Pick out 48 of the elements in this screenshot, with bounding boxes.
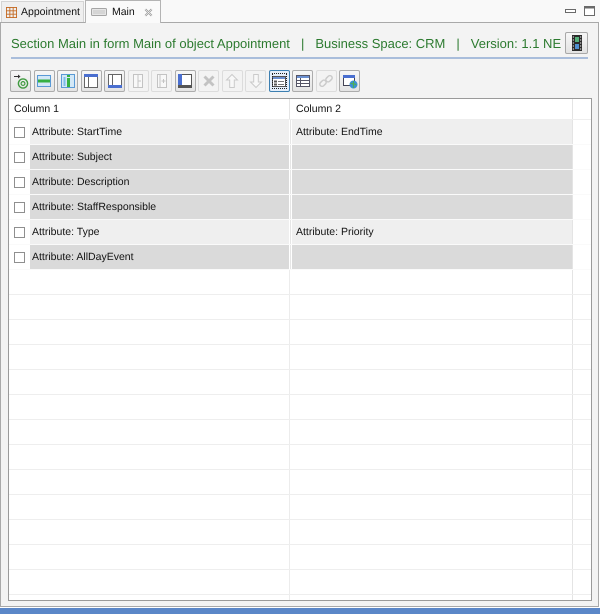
toolbar-button[interactable] <box>292 70 313 92</box>
table-cell: Attribute: StaffResponsible <box>30 195 289 219</box>
table-cell: Attribute: Type <box>30 220 289 244</box>
column-header: Column 2 <box>290 99 573 119</box>
checkbox[interactable] <box>14 176 25 188</box>
checkbox[interactable] <box>14 126 25 138</box>
split-panel-icon <box>130 73 146 89</box>
table-cell: Attribute: AllDayEvent <box>30 245 289 269</box>
arrow-ring-icon <box>12 73 28 89</box>
toolbar-button[interactable] <box>174 70 196 92</box>
filmstrip-icon <box>572 35 582 51</box>
close-icon[interactable] <box>144 8 153 16</box>
filmstrip-button[interactable] <box>565 32 588 54</box>
window-globe-icon <box>342 73 358 89</box>
checkbox[interactable] <box>14 152 25 162</box>
checkbox[interactable] <box>14 252 25 262</box>
checkbox[interactable] <box>14 226 25 238</box>
separator: | <box>300 36 304 50</box>
table-cell: Attribute: Priority <box>292 220 572 244</box>
grid-icon <box>6 6 17 18</box>
table-cell: Attribute: EndTime <box>292 120 572 144</box>
checkbox[interactable] <box>14 202 25 212</box>
toolbar-button[interactable] <box>268 70 290 92</box>
column-header: Column 1 <box>9 99 290 119</box>
minimize-icon[interactable] <box>565 9 576 13</box>
table-cell: Attribute: Subject <box>30 145 289 169</box>
tab[interactable]: Appointment <box>1 1 84 22</box>
up-arrow-icon <box>224 73 240 89</box>
table-column-icon <box>60 73 76 89</box>
panel-left-icon <box>177 73 193 89</box>
down-arrow-icon <box>248 73 264 89</box>
form-icon <box>271 73 287 89</box>
toolbar-button[interactable] <box>339 70 360 92</box>
header-text: Section Main in form Main of object Appointment <box>11 36 290 50</box>
panel-top-icon <box>83 73 99 89</box>
separator: | <box>456 36 460 50</box>
table-cell: Attribute: Description <box>30 170 289 194</box>
table-icon <box>294 73 310 89</box>
header-text: Business Space: CRM <box>315 36 446 50</box>
header-text: Version: 1.1 NE <box>470 36 562 50</box>
table-row-icon <box>36 73 52 89</box>
tab[interactable]: Main <box>84 0 161 23</box>
panel-bottom-icon <box>106 73 122 89</box>
maximize-icon[interactable] <box>584 6 595 16</box>
link-icon <box>318 73 334 89</box>
table-cell: Attribute: StartTime <box>30 120 289 144</box>
delete-icon <box>200 73 216 89</box>
keyboard-icon <box>90 8 107 16</box>
